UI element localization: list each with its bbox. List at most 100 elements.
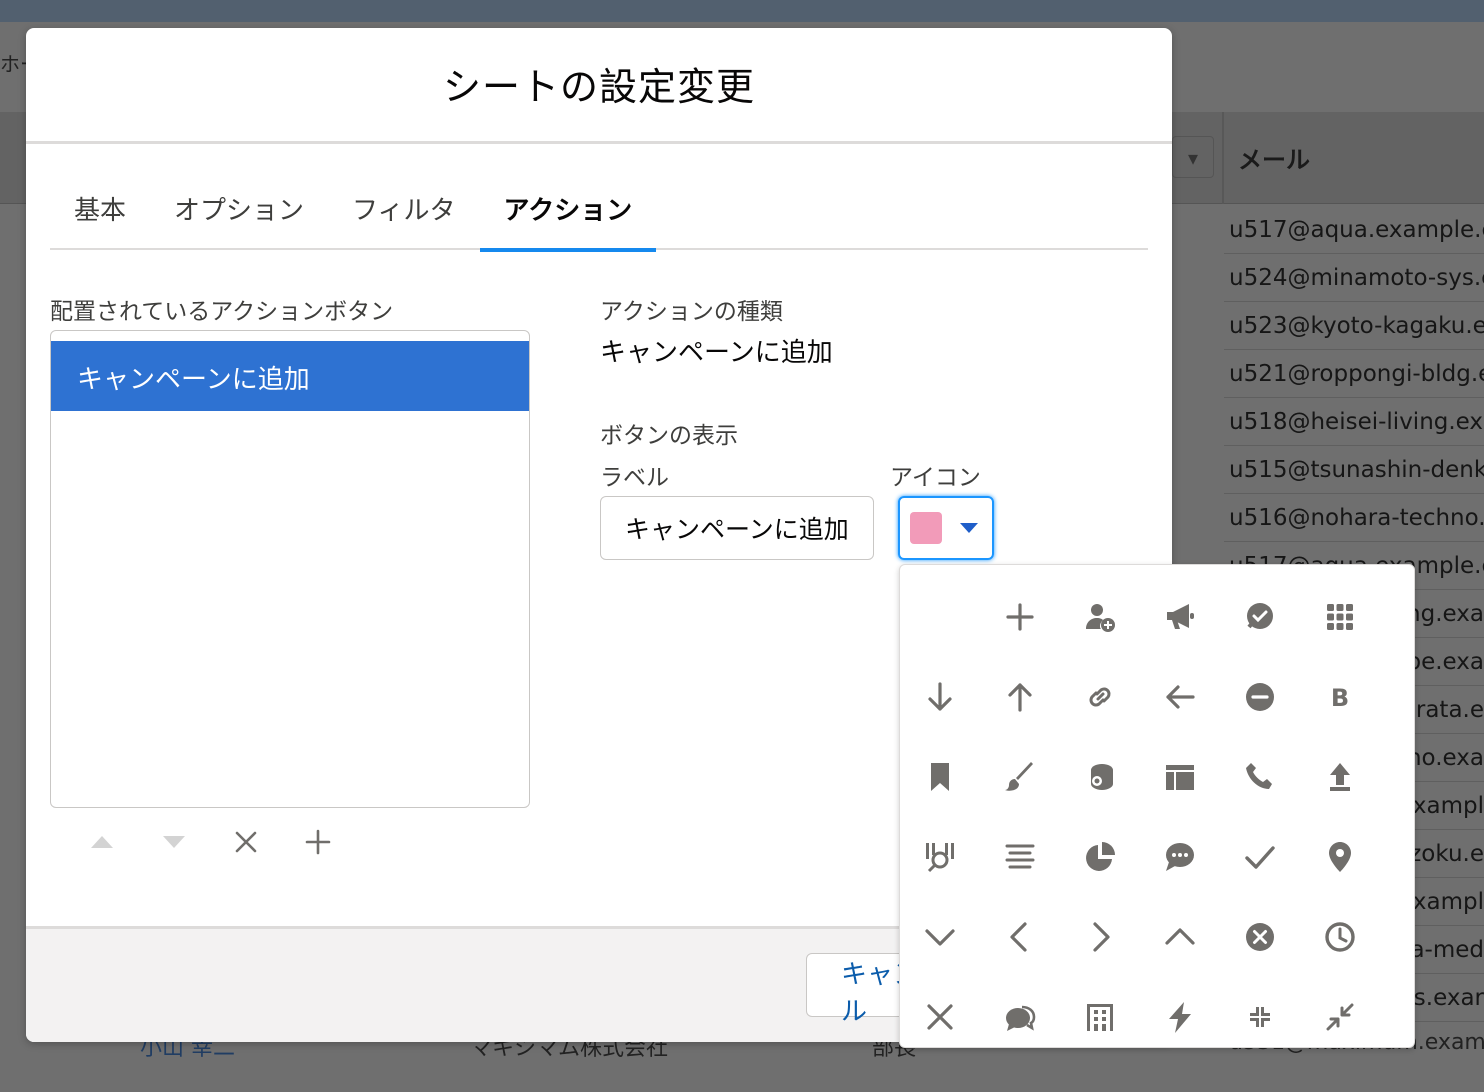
tab-action[interactable]: アクション [479,178,657,252]
column-menu-button[interactable]: ▾ [1172,136,1214,178]
chevron-up-icon [1165,928,1195,945]
icon-option[interactable] [1060,737,1140,817]
list-item[interactable]: キャンペーンに追加 [51,341,529,411]
mail-column-header[interactable]: メール [1238,140,1310,175]
icon-option[interactable] [1140,657,1220,737]
icon-option-none[interactable] [900,577,980,657]
modal-header: シートの設定変更 [26,28,1172,144]
icon-option[interactable] [900,817,980,897]
bookmark-icon [931,763,949,791]
remove-button[interactable] [210,824,282,860]
align-center-icon [1005,844,1035,869]
check-circle-icon [1247,603,1273,629]
icon-option[interactable] [1220,817,1300,897]
icon-option[interactable] [1220,737,1300,817]
icon-option[interactable] [1060,897,1140,977]
icon-option[interactable] [1220,657,1300,737]
icon-option[interactable] [1300,977,1380,1057]
icon-option[interactable] [980,657,1060,737]
icon-option[interactable] [900,897,980,977]
icon-field-label: アイコン [890,465,981,491]
modal-title: シートの設定変更 [442,65,755,109]
campaign-icon [1091,764,1113,790]
icon-option[interactable] [1220,977,1300,1057]
icon-option[interactable] [1060,657,1140,737]
icon-option[interactable] [1140,577,1220,657]
icon-option[interactable] [1140,977,1220,1057]
apps-icon [1327,604,1353,630]
tab-filter[interactable]: フィルタ [328,178,479,250]
close-icon [235,831,257,853]
icon-option[interactable] [1300,737,1380,817]
triangle-down-icon [163,836,185,848]
arrow-up-icon [1008,683,1032,712]
cases-icon [926,843,954,873]
move-up-button[interactable] [66,824,138,860]
icon-option[interactable] [1300,897,1380,977]
icon-option[interactable] [1060,577,1140,657]
email-cell: u518@heisei-living.exa [1224,398,1484,446]
button-display-label: ボタンの表示 [600,423,738,449]
icon-option[interactable] [1300,577,1380,657]
tab-options[interactable]: オプション [150,178,328,250]
icon-option[interactable] [1060,817,1140,897]
call-icon [1246,763,1272,789]
minimize-icon [1326,1003,1354,1031]
icon-option[interactable] [1060,977,1140,1057]
arrow-down-icon [928,682,952,711]
label-input[interactable] [600,496,874,560]
icon-option[interactable] [980,897,1060,977]
icon-option[interactable] [900,977,980,1057]
chevron-right-icon [1093,922,1110,952]
add-icon [305,829,331,855]
action-type-value: キャンペーンに追加 [600,338,833,368]
icon-option[interactable] [980,977,1060,1057]
icon-option[interactable] [1300,817,1380,897]
placed-buttons-label: 配置されているアクションボタン [50,299,394,325]
add-button[interactable] [282,824,354,860]
icon-option[interactable] [1140,737,1220,817]
bold-icon: B [1331,684,1349,712]
icon-option[interactable] [1140,817,1220,897]
tab-bar: 基本 オプション フィルタ アクション [50,178,1148,252]
user-add-icon [1086,604,1115,632]
label-field-label: ラベル [600,465,669,491]
chat-bubbles-icon [1006,1005,1036,1031]
icon-option[interactable] [900,657,980,737]
svg-text:B: B [1331,684,1349,712]
clock-icon [1325,922,1355,952]
minus-circle-icon [1246,683,1274,711]
bolt-icon [1169,1002,1191,1033]
contract-icon [1247,1004,1273,1030]
icon-option[interactable]: B [1300,657,1380,737]
close-icon [927,1004,953,1030]
icon-select[interactable] [898,496,994,560]
back-icon [1166,685,1195,709]
icon-grid: B [900,577,1380,1057]
icon-option[interactable] [1220,897,1300,977]
action-type-label: アクションの種類 [600,299,783,325]
move-down-button[interactable] [138,824,210,860]
placed-buttons-list: キャンペーンに追加 [50,330,530,808]
chevron-down-icon [925,929,955,946]
caret-down-icon [960,523,978,533]
list-toolbar [66,824,354,860]
building-icon [1087,1004,1113,1031]
chevron-left-icon [1010,922,1027,952]
app-top-bar [0,0,1484,22]
icon-option[interactable] [980,817,1060,897]
icon-option[interactable] [1220,577,1300,657]
icon-option[interactable] [900,737,980,817]
link-icon [1089,687,1111,707]
icon-option[interactable] [980,737,1060,817]
close-circle-icon [1246,923,1274,951]
tab-basic[interactable]: 基本 [50,178,150,250]
column-divider [1222,112,1224,204]
check-icon [1245,846,1275,869]
email-cell: u515@tsunashin-denki [1224,446,1484,494]
brush-icon [1005,762,1033,791]
icon-option[interactable] [980,577,1060,657]
icon-option[interactable] [1140,897,1220,977]
chat-icon [1166,843,1194,871]
email-cell: u521@roppongi-bldg.ex [1224,350,1484,398]
